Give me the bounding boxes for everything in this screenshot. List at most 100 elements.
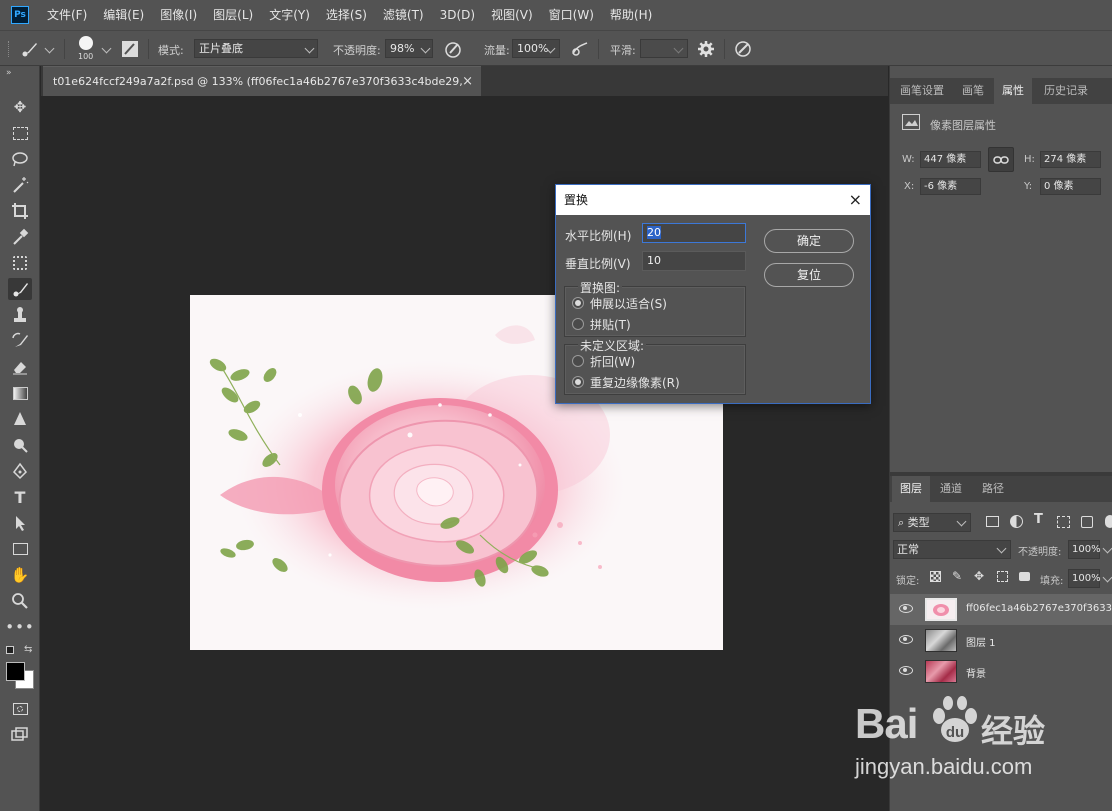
brush-angle-icon[interactable] <box>733 39 753 59</box>
filter-adjustment-icon[interactable] <box>1010 515 1023 528</box>
layer-row[interactable]: 图层 1 <box>890 625 1112 656</box>
lock-all-icon[interactable] <box>1019 572 1030 581</box>
path-selection-tool-icon[interactable] <box>8 512 32 534</box>
lock-position-icon[interactable]: ✥ <box>974 569 984 583</box>
tab-properties[interactable]: 属性 <box>994 78 1032 104</box>
eraser-tool-icon[interactable] <box>8 356 32 378</box>
y-input[interactable]: 0 像素 <box>1040 178 1101 195</box>
tab-layers[interactable]: 图层 <box>892 476 930 502</box>
gradient-tool-icon[interactable] <box>8 382 32 404</box>
width-input[interactable]: 447 像素 <box>920 151 981 168</box>
brush-tool-preset-icon[interactable] <box>20 40 40 58</box>
tab-history[interactable]: 历史记录 <box>1036 78 1096 104</box>
move-tool-icon[interactable]: ✥ <box>8 96 32 118</box>
filter-shape-icon[interactable] <box>1057 516 1070 528</box>
type-tool-icon[interactable]: T <box>8 486 32 508</box>
brush-tool-icon[interactable] <box>8 278 32 300</box>
menu-file[interactable]: 文件(F) <box>39 0 95 30</box>
menu-help[interactable]: 帮助(H) <box>602 0 660 30</box>
brush-panel-toggle-icon[interactable] <box>121 40 139 58</box>
link-icon[interactable] <box>988 147 1014 172</box>
visibility-eye-icon[interactable] <box>899 604 913 613</box>
layer-row[interactable]: 背景 <box>890 656 1112 687</box>
collapse-icon[interactable]: » <box>6 68 12 78</box>
tile-label[interactable]: 拼贴(T) <box>590 316 631 333</box>
height-input[interactable]: 274 像素 <box>1040 151 1101 168</box>
stretch-to-fit-label[interactable]: 伸展以适合(S) <box>590 295 667 312</box>
tab-channels[interactable]: 通道 <box>932 476 970 502</box>
history-brush-tool-icon[interactable] <box>8 330 32 352</box>
lock-transparency-icon[interactable] <box>930 571 941 582</box>
magic-wand-tool-icon[interactable] <box>8 174 32 196</box>
menu-3d[interactable]: 3D(D) <box>432 0 483 30</box>
menu-select[interactable]: 选择(S) <box>318 0 375 30</box>
visibility-eye-icon[interactable] <box>899 666 913 675</box>
visibility-eye-icon[interactable] <box>899 635 913 644</box>
menu-edit[interactable]: 编辑(E) <box>95 0 152 30</box>
tile-radio[interactable] <box>572 318 584 330</box>
chevron-down-icon[interactable] <box>1102 543 1112 554</box>
wrap-around-label[interactable]: 折回(W) <box>590 353 635 370</box>
swap-colors-icon[interactable]: ⇆ <box>24 644 32 655</box>
lock-artboard-icon[interactable] <box>997 571 1008 582</box>
filter-smart-object-icon[interactable] <box>1081 516 1093 528</box>
filter-toggle-icon[interactable] <box>1105 515 1112 528</box>
lasso-tool-icon[interactable] <box>8 148 32 170</box>
layer-row[interactable]: ff06fec1a46b2767e370f3633c4bde29 <box>890 594 1112 625</box>
crop-tool-icon[interactable] <box>8 200 32 222</box>
ok-button[interactable]: 确定 <box>764 229 854 253</box>
zoom-tool-icon[interactable] <box>8 590 32 612</box>
reset-button[interactable]: 复位 <box>764 263 854 287</box>
hand-tool-icon[interactable]: ✋ <box>8 564 32 586</box>
mode-select[interactable]: 正片叠底 <box>194 39 318 58</box>
menu-window[interactable]: 窗口(W) <box>541 0 602 30</box>
wrap-around-radio[interactable] <box>572 355 584 367</box>
menu-filter[interactable]: 滤镜(T) <box>375 0 432 30</box>
screen-mode-icon[interactable] <box>8 724 32 746</box>
marquee-tool-icon[interactable] <box>8 122 32 144</box>
tab-brush-settings[interactable]: 画笔设置 <box>892 78 952 104</box>
rectangle-tool-icon[interactable] <box>8 538 32 560</box>
tab-paths[interactable]: 路径 <box>974 476 1012 502</box>
tab-brushes[interactable]: 画笔 <box>954 78 992 104</box>
clone-stamp-tool-icon[interactable] <box>8 304 32 326</box>
layer-name: ff06fec1a46b2767e370f3633c4bde29 <box>966 603 1112 614</box>
filter-type-icon[interactable]: T <box>1034 512 1043 527</box>
menu-image[interactable]: 图像(I) <box>152 0 205 30</box>
blend-mode-select[interactable]: 正常 <box>893 540 1011 559</box>
chevron-down-icon[interactable] <box>1102 572 1112 583</box>
filter-pixel-icon[interactable] <box>986 516 999 527</box>
pen-tool-icon[interactable] <box>8 460 32 482</box>
chevron-down-icon[interactable] <box>44 43 55 54</box>
menu-type[interactable]: 文字(Y) <box>261 0 318 30</box>
repeat-edge-pixels-radio[interactable] <box>572 376 584 388</box>
more-tools-icon[interactable]: ••• <box>5 616 34 638</box>
blur-tool-icon[interactable] <box>8 408 32 430</box>
horizontal-scale-input[interactable]: 20 <box>642 223 746 243</box>
eyedropper-tool-icon[interactable] <box>8 226 32 248</box>
healing-brush-tool-icon[interactable] <box>8 252 32 274</box>
airbrush-icon[interactable] <box>570 39 590 59</box>
quick-mask-icon[interactable] <box>8 698 32 720</box>
repeat-edge-pixels-label[interactable]: 重复边缘像素(R) <box>590 374 680 391</box>
dodge-tool-icon[interactable] <box>8 434 32 456</box>
document-tab[interactable]: t01e624fccf249a7a2f.psd @ 133% (ff06fec1… <box>43 66 481 117</box>
default-colors-icon[interactable] <box>6 646 14 654</box>
gear-icon[interactable] <box>697 40 715 58</box>
dialog-title-bar[interactable]: 置换 × <box>556 185 870 215</box>
lock-pixels-icon[interactable]: ✎ <box>952 569 962 583</box>
menu-layer[interactable]: 图层(L) <box>205 0 261 30</box>
brush-size-swatch[interactable] <box>79 36 93 50</box>
close-icon[interactable]: × <box>462 67 473 96</box>
menu-view[interactable]: 视图(V) <box>483 0 541 30</box>
pressure-opacity-icon[interactable] <box>444 39 462 59</box>
layer-opacity-input[interactable]: 100% <box>1068 540 1101 559</box>
stretch-to-fit-radio[interactable] <box>572 297 584 309</box>
close-icon[interactable]: × <box>849 185 862 215</box>
fill-input[interactable]: 100% <box>1068 569 1101 588</box>
foreground-color-swatch[interactable] <box>6 662 25 681</box>
grip-handle[interactable] <box>8 41 12 57</box>
vertical-scale-input[interactable]: 10 <box>642 251 746 271</box>
chevron-down-icon[interactable] <box>101 43 112 54</box>
x-input[interactable]: -6 像素 <box>920 178 981 195</box>
